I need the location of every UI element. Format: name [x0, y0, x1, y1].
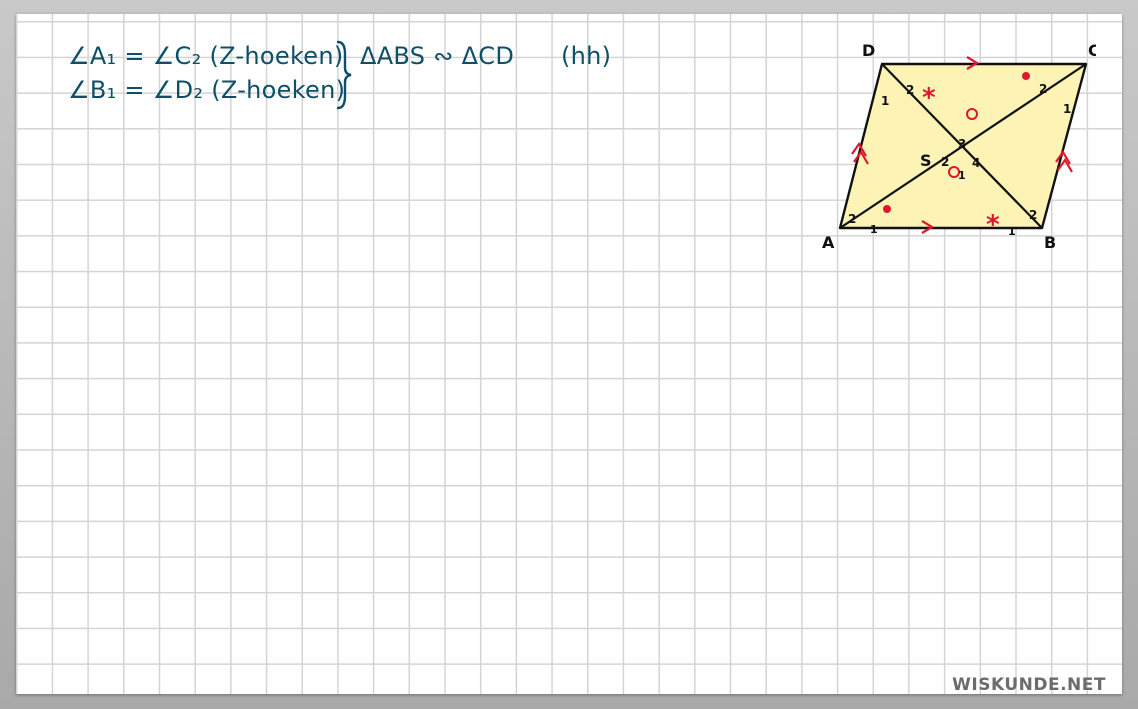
curly-brace [336, 40, 352, 110]
angle-label-b1: 1 [1008, 225, 1016, 238]
angle-label-b2: 2 [1029, 208, 1037, 222]
angle-label-c2: 2 [1039, 82, 1047, 96]
angle-label-s4: 4 [972, 156, 980, 170]
angle-label-s3: 3 [958, 137, 966, 151]
angle-label-s1: 1 [958, 169, 966, 182]
vertex-label-s: S [920, 151, 932, 170]
angle-label-a2: 2 [848, 212, 856, 226]
similarity-reason: (hh) [561, 42, 612, 70]
vertex-label-a: A [822, 233, 835, 252]
proof-line-1: ∠A₁ = ∠C₂ (Z-hoeken) [68, 42, 344, 70]
star-mark-d: * [922, 83, 936, 113]
angle-label-a1: 1 [870, 223, 878, 236]
star-mark-b: * [986, 210, 1000, 240]
watermark-logo: WISKUNDE.NET [952, 675, 1106, 695]
vertex-label-c: C [1088, 41, 1096, 60]
dot-mark-a [883, 205, 891, 213]
vertex-label-d: D [862, 41, 875, 60]
angle-label-d1: 1 [881, 94, 889, 108]
dot-mark-c [1022, 72, 1030, 80]
grid-board: ∠A₁ = ∠C₂ (Z-hoeken) ∠B₁ = ∠D₂ (Z-hoeken… [16, 14, 1122, 694]
proof-line-2: ∠B₁ = ∠D₂ (Z-hoeken) [68, 76, 346, 104]
angle-label-s2: 2 [941, 155, 949, 169]
angle-label-c1: 1 [1063, 102, 1071, 116]
window-frame: ∠A₁ = ∠C₂ (Z-hoeken) ∠B₁ = ∠D₂ (Z-hoeken… [0, 0, 1138, 709]
angle-label-d2: 2 [906, 83, 914, 97]
similarity-conclusion: ΔABS ∾ ΔCD [360, 42, 515, 70]
parallelogram-figure: * * D C A B S 1 2 2 1 2 1 1 2 2 3 4 1 [822, 41, 1096, 252]
vertex-label-b: B [1044, 233, 1056, 252]
